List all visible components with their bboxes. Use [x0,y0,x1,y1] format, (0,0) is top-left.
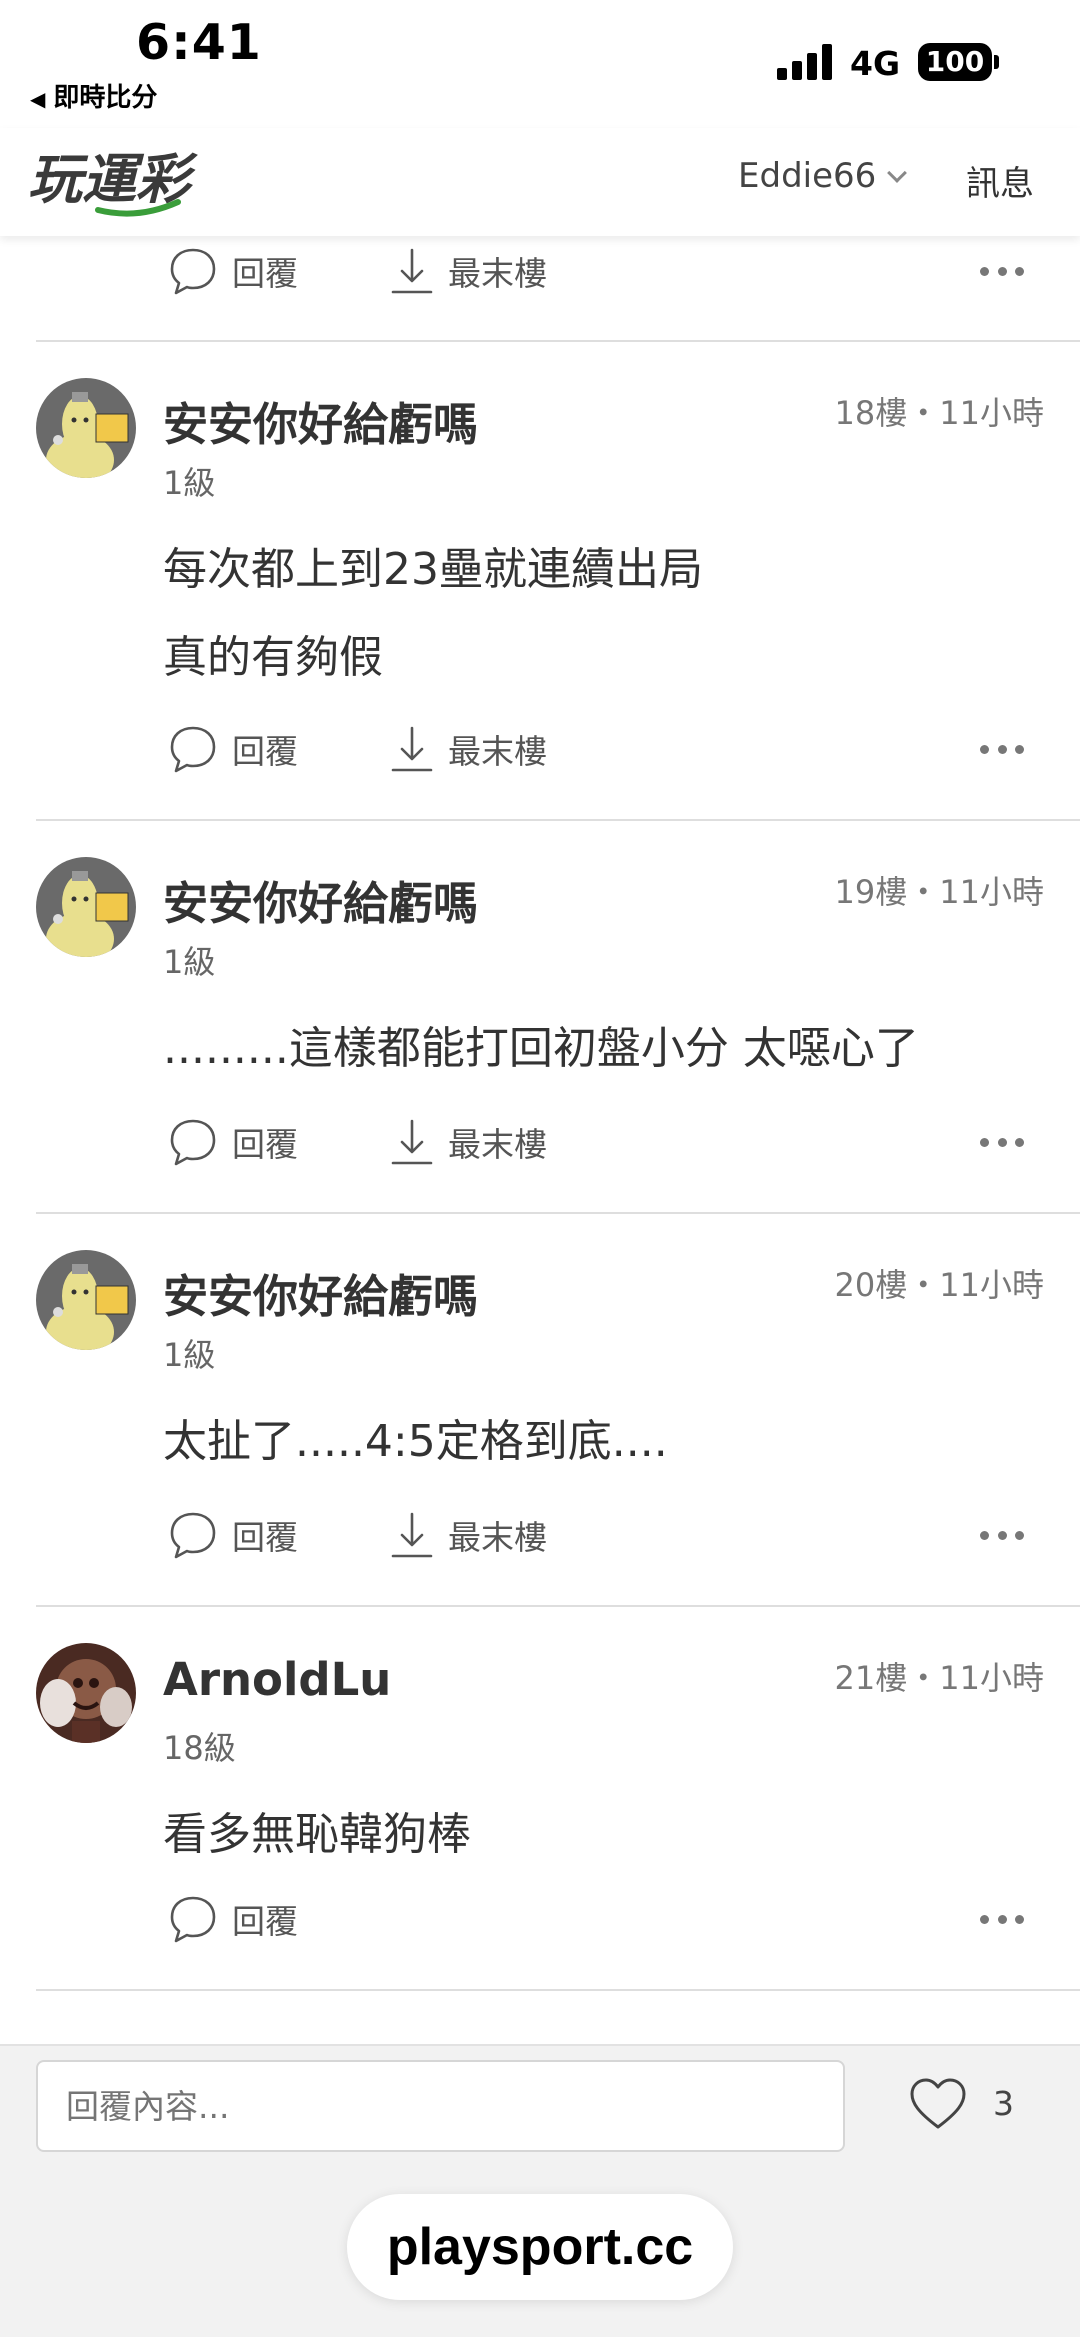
reply-button[interactable]: 回覆 [168,714,298,784]
reply-button[interactable]: 回覆 [168,1107,298,1177]
avatar-image [36,857,136,957]
site-logo[interactable]: 玩運彩 [28,142,228,222]
comment-icon [170,726,216,773]
post-username[interactable]: 安安你好給虧嗎 [163,388,478,453]
avatar-image [36,1250,136,1350]
top-nav: 玩運彩 Eddie66 訊息 [0,128,1080,236]
more-options-icon[interactable] [980,1904,1024,1934]
more-options-icon[interactable] [980,734,1024,764]
post-username[interactable]: 安安你好給虧嗎 [163,1260,478,1325]
browser-url-pill[interactable]: playsport.cc [347,2194,733,2300]
divider [36,340,1080,342]
username-label: Eddie66 [738,156,877,196]
comment-icon [170,248,216,295]
last-floor-button[interactable]: 最末樓 [390,714,547,784]
last-floor-button[interactable]: 最末樓 [390,1107,547,1177]
back-to-app-link[interactable]: ◀ 即時比分 [30,77,157,114]
reply-label: 回覆 [232,732,298,771]
avatar-image [36,1643,136,1743]
more-options-icon[interactable] [980,1127,1024,1157]
bottom-bar: 3 playsport.cc [0,2046,1080,2337]
reply-button[interactable]: 回覆 [168,1884,298,1954]
last-floor-label: 最末樓 [448,1125,547,1164]
last-floor-button[interactable]: 最末樓 [390,1500,547,1570]
user-menu[interactable]: Eddie66 [738,156,908,196]
more-options-icon[interactable] [980,256,1024,286]
post-content-line: 每次都上到23壘就連續出局 [163,544,703,595]
post-username[interactable]: ArnoldLu [163,1653,391,1706]
user-level: 1級 [163,1336,216,1374]
download-arrow-icon [391,1119,433,1165]
divider [36,1605,1080,1607]
comment-icon [170,1896,216,1943]
chevron-down-icon [887,163,908,183]
status-bar: 6:41 ◀ 即時比分 4G 100 [0,0,1080,128]
post-content-line: 看多無恥韓狗棒 [163,1809,471,1860]
comment-icon [170,1119,216,1166]
user-level: 1級 [163,943,216,981]
last-floor-button[interactable]: 最末樓 [390,236,547,306]
like-count: 3 [993,2084,1014,2123]
post-content-line: .........這樣都能打回初盤小分 太噁心了 [163,1023,919,1074]
post-actions: 回覆 最末樓 [0,1107,1080,1177]
user-level: 18級 [163,1729,236,1767]
messages-link[interactable]: 訊息 [966,156,1034,205]
post-floor-time: 18樓・11小時 [834,394,1044,432]
comment-icon [170,1512,216,1559]
avatar[interactable] [36,1250,136,1350]
avatar[interactable] [36,1643,136,1743]
battery-tip [994,55,999,69]
download-arrow-icon [391,1512,433,1558]
post-content-line: 太扯了.....4:5定格到底.... [163,1416,668,1467]
post-floor-time: 19樓・11小時 [834,873,1044,911]
reply-label: 回覆 [232,1125,298,1164]
back-triangle-icon: ◀ [30,87,46,111]
network-type: 4G [850,44,901,83]
post-username[interactable]: 安安你好給虧嗎 [163,867,478,932]
last-floor-label: 最末樓 [448,254,547,293]
user-level: 1級 [163,464,216,502]
post-actions: 回覆 最末樓 [0,1500,1080,1570]
post-content-line: 真的有夠假 [163,632,383,683]
last-floor-label: 最末樓 [448,1518,547,1557]
reply-button[interactable]: 回覆 [168,236,298,306]
status-time: 6:41 [136,14,262,71]
reply-input[interactable] [36,2060,845,2152]
avatar[interactable] [36,857,136,957]
divider [36,1212,1080,1214]
more-options-icon[interactable] [980,1520,1024,1550]
download-arrow-icon [391,726,433,772]
post-actions: 回覆 最末樓 [0,236,1080,306]
cellular-signal-icon [777,42,837,80]
post-actions: 回覆 [0,1884,1080,1954]
heart-icon[interactable] [908,2076,968,2132]
battery-icon: 100 [918,43,992,81]
post-actions: 回覆 最末樓 [0,714,1080,784]
download-arrow-icon [391,248,433,294]
reply-label: 回覆 [232,1902,298,1941]
avatar[interactable] [36,378,136,478]
last-floor-label: 最末樓 [448,732,547,771]
reply-button[interactable]: 回覆 [168,1500,298,1570]
divider [36,819,1080,821]
post-floor-time: 21樓・11小時 [834,1659,1044,1697]
reply-label: 回覆 [232,254,298,293]
avatar-image [36,378,136,478]
post-floor-time: 20樓・11小時 [834,1266,1044,1304]
divider [36,1989,1080,1991]
reply-label: 回覆 [232,1518,298,1557]
back-app-label: 即時比分 [53,83,158,113]
